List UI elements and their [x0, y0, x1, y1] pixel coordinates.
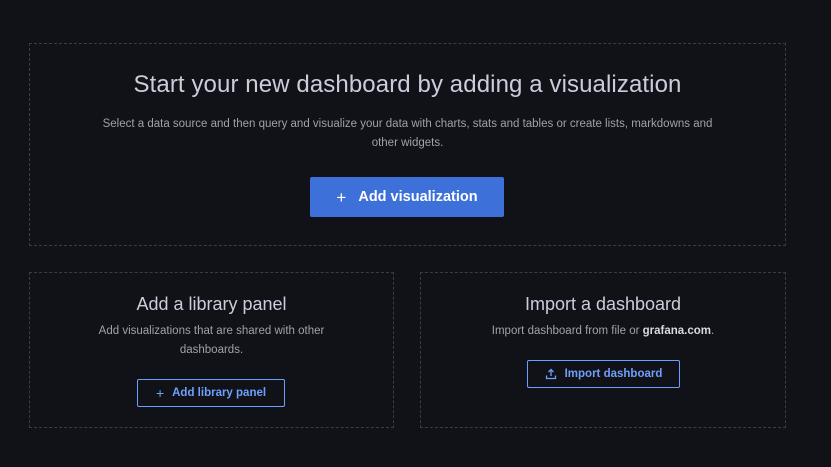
library-panel-title: Add a library panel: [136, 294, 287, 314]
visualization-description: Select a data source and then query and …: [102, 118, 713, 149]
add-library-panel-label: Add library panel: [172, 387, 267, 399]
add-visualization-label: Add visualization: [358, 189, 478, 205]
plus-icon: +: [336, 187, 347, 207]
grafana-com-text: grafana.com: [642, 325, 712, 337]
import-dashboard-card: Import a dashboard Import dashboard from…: [420, 272, 786, 428]
add-visualization-button[interactable]: + Add visualization: [310, 177, 504, 217]
library-panel-description: Add visualizations that are shared with …: [98, 325, 325, 356]
add-visualization-panel: Start your new dashboard by adding a vis…: [29, 43, 786, 246]
plus-icon: +: [155, 385, 165, 401]
import-description-text: Import dashboard from file or: [491, 325, 643, 337]
import-dashboard-description: Import dashboard from file or grafana.co…: [431, 322, 775, 341]
import-dashboard-title: Import a dashboard: [524, 294, 682, 314]
library-panel-card: Add a library panel Add visualizations t…: [29, 272, 394, 428]
import-description-suffix: .: [711, 325, 715, 337]
upload-icon: [545, 368, 557, 380]
page-title: Start your new dashboard by adding a vis…: [133, 71, 682, 98]
add-library-panel-button[interactable]: + Add library panel: [137, 379, 285, 407]
import-dashboard-button[interactable]: Import dashboard: [527, 360, 680, 388]
import-dashboard-label: Import dashboard: [564, 368, 663, 380]
